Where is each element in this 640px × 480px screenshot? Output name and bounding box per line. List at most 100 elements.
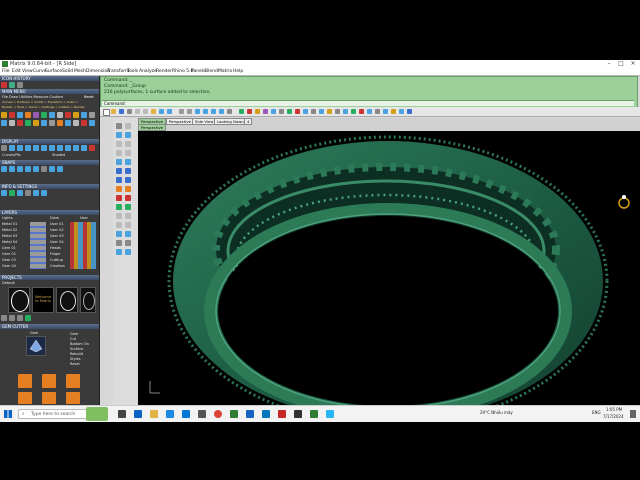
tool-icon[interactable]: [375, 109, 380, 114]
rotate-icon[interactable]: [116, 222, 122, 228]
tool-icon[interactable]: [9, 112, 15, 118]
projects-header[interactable]: PROJECTS: [0, 275, 99, 280]
display-icon[interactable]: [65, 145, 71, 151]
menu-surface[interactable]: Surface: [45, 69, 62, 74]
layer-row[interactable]: Metal 04: [2, 240, 17, 245]
tool-icon[interactable]: [33, 120, 39, 126]
project-icon[interactable]: [17, 315, 23, 321]
maximize-button[interactable]: □: [616, 60, 626, 67]
wireframe-icon[interactable]: [311, 109, 316, 114]
tool-icon[interactable]: [17, 120, 23, 126]
tool-icon[interactable]: [25, 112, 31, 118]
tool-icon[interactable]: [367, 109, 372, 114]
save-icon[interactable]: [119, 109, 124, 114]
tab-perspective[interactable]: Perspective: [166, 118, 194, 125]
weather-status[interactable]: 29°C Nhiều mây: [480, 410, 513, 415]
project-icon[interactable]: [9, 315, 15, 321]
snap-icon[interactable]: [57, 166, 63, 172]
zoom-window-icon[interactable]: [203, 109, 208, 114]
display-icon[interactable]: [89, 145, 95, 151]
snaps-header[interactable]: SNAPS: [0, 160, 99, 165]
ring-view-icon[interactable]: [618, 195, 630, 209]
layer-row[interactable]: Finger: [50, 252, 61, 257]
tool-icon[interactable]: [81, 120, 87, 126]
tool-icon[interactable]: [399, 109, 404, 114]
history-icon[interactable]: [9, 82, 15, 88]
trim-icon[interactable]: [116, 195, 122, 201]
app-icon[interactable]: [294, 410, 302, 418]
tool-icon[interactable]: [1, 120, 7, 126]
mesh-icon[interactable]: [116, 249, 122, 255]
tool-icon[interactable]: [1, 112, 7, 118]
scale-icon[interactable]: [125, 222, 131, 228]
clock-time[interactable]: 1:05 PM: [606, 407, 622, 412]
ring-model[interactable]: [138, 131, 640, 405]
polyline-icon[interactable]: [116, 132, 122, 138]
display-icon[interactable]: [33, 145, 39, 151]
menu-file[interactable]: File: [2, 69, 10, 74]
gem-preview[interactable]: [26, 336, 46, 356]
curve-icon[interactable]: [125, 132, 131, 138]
info-icon[interactable]: [41, 190, 47, 196]
display-icon[interactable]: [9, 145, 15, 151]
help-icon[interactable]: [343, 109, 348, 114]
menu-blend[interactable]: Blend: [205, 69, 218, 74]
tool-icon[interactable]: [73, 120, 79, 126]
3d-viewport[interactable]: [138, 131, 640, 405]
menu-solid[interactable]: Solid: [62, 69, 73, 74]
viewport-label[interactable]: Perspective: [138, 124, 166, 131]
display-icon[interactable]: [81, 145, 87, 151]
paste-icon[interactable]: [151, 109, 156, 114]
tab-side-view[interactable]: Side View: [192, 118, 217, 125]
tool-icon[interactable]: [25, 120, 31, 126]
analyze-icon[interactable]: [125, 240, 131, 246]
snap-icon[interactable]: [33, 166, 39, 172]
tool-icon[interactable]: [49, 120, 55, 126]
display-icon[interactable]: [25, 145, 31, 151]
pan-icon[interactable]: [179, 109, 184, 114]
tool-icon[interactable]: [41, 112, 47, 118]
gem-shape-icon[interactable]: [42, 392, 56, 404]
tool-icon[interactable]: [17, 112, 23, 118]
project-thumbnail[interactable]: [80, 287, 96, 313]
tool-icon[interactable]: [81, 112, 87, 118]
explode-icon[interactable]: [125, 204, 131, 210]
tool-icon[interactable]: [351, 109, 356, 114]
info-icon[interactable]: [9, 190, 15, 196]
breadcrumb[interactable]: Builder > Tools > Gems > Settings > Cutt…: [2, 105, 85, 110]
tool-icon[interactable]: [65, 120, 71, 126]
tool-icon[interactable]: [407, 109, 412, 114]
osnap-icon[interactable]: [279, 109, 284, 114]
telegram-icon[interactable]: [326, 410, 334, 418]
mail-icon[interactable]: [166, 410, 174, 418]
info-settings-header[interactable]: INFO & SETTINGS: [0, 184, 99, 189]
copy-icon[interactable]: [143, 109, 148, 114]
clock-date[interactable]: 7/17/2024: [603, 414, 624, 419]
menu-matrix[interactable]: Matrix: [218, 69, 232, 74]
history-icon[interactable]: [17, 82, 23, 88]
tool-icon[interactable]: [49, 112, 55, 118]
zoom-extents-icon[interactable]: [211, 109, 216, 114]
dimension-icon[interactable]: [116, 240, 122, 246]
app-icon[interactable]: [246, 410, 254, 418]
app-icon[interactable]: [262, 410, 270, 418]
boolean-icon[interactable]: [116, 186, 122, 192]
layer-row[interactable]: User 02: [50, 228, 64, 233]
tool-icon[interactable]: [33, 112, 39, 118]
info-icon[interactable]: [25, 190, 31, 196]
gem-shape-icon[interactable]: [66, 374, 80, 388]
chrome-icon[interactable]: [214, 410, 222, 418]
layer-color-swatches[interactable]: [30, 222, 46, 269]
layer-row[interactable]: Metal 02: [2, 228, 17, 233]
layer-row[interactable]: Gem 01: [2, 246, 16, 251]
snap-icon[interactable]: [25, 166, 31, 172]
surface-icon[interactable]: [116, 168, 122, 174]
layer-row[interactable]: Gem 02: [2, 252, 16, 257]
split-icon[interactable]: [125, 195, 131, 201]
layer-row[interactable]: Heads: [50, 246, 61, 251]
cut-icon[interactable]: [135, 109, 140, 114]
display-icon[interactable]: [73, 145, 79, 151]
display-option[interactable]: Curves/Pts: [2, 153, 21, 158]
gem-shape-icon[interactable]: [18, 392, 32, 404]
display-icon[interactable]: [57, 145, 63, 151]
